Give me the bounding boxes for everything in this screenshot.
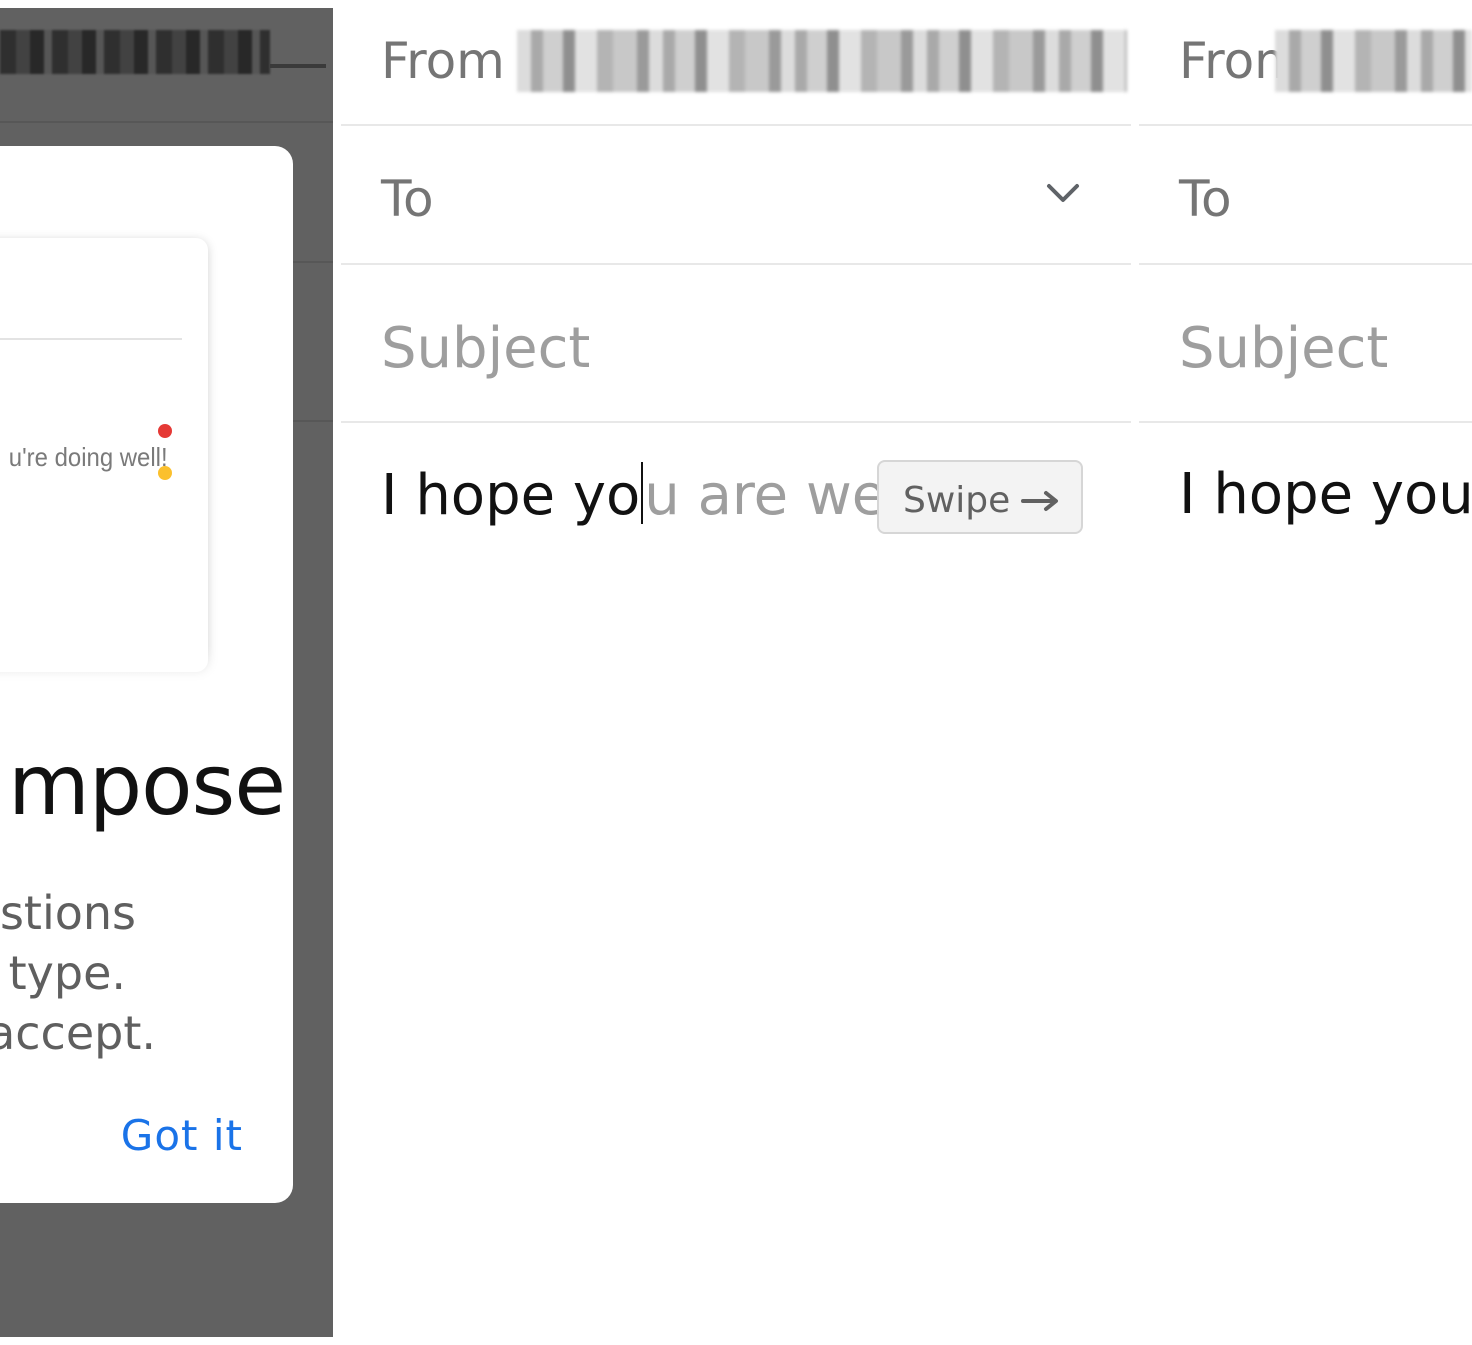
redacted-from-address (0, 30, 270, 74)
illustration-fade (0, 646, 220, 686)
description-line: estions (0, 886, 136, 940)
divider (290, 261, 333, 263)
swipe-to-accept-chip[interactable]: Swipe (877, 460, 1083, 534)
dialog-description: estions u type. accept. (0, 876, 260, 1076)
divider (290, 420, 333, 422)
smart-compose-dialog: u're doing well! mpose estions u type. a… (0, 146, 293, 1203)
swipe-label: Swipe (903, 480, 1011, 521)
dialog-illustration-card: u're doing well! (0, 238, 208, 672)
got-it-button[interactable]: Got it (121, 1111, 243, 1160)
compose-panel-suggestion: From To Subject I hope you are well Swip… (341, 0, 1131, 1345)
text-cursor (641, 462, 644, 524)
description-line: u type. (0, 946, 126, 1000)
to-field[interactable]: To (1179, 170, 1232, 228)
illustration-divider (0, 338, 182, 340)
body-input[interactable]: I hope you are well (381, 462, 917, 528)
redacted-from-address (1275, 30, 1472, 92)
body-text: I hope you a (1179, 462, 1472, 527)
from-underline (270, 64, 326, 68)
to-field[interactable]: To (381, 170, 434, 228)
divider (0, 121, 333, 123)
body-input[interactable]: I hope you a (1179, 462, 1472, 527)
from-label: From (381, 32, 505, 90)
compose-panel-accepted: From To Subject I hope you a (1139, 0, 1472, 1345)
redacted-from-address (517, 30, 1127, 92)
divider (1139, 421, 1472, 423)
red-dot-icon (158, 424, 172, 438)
subject-input[interactable]: Subject (381, 316, 590, 381)
typed-text: I hope yo (381, 463, 641, 528)
dimmed-background-panel: u're doing well! mpose estions u type. a… (0, 8, 333, 1337)
yellow-dot-icon (158, 466, 172, 480)
illustration-suggestion-text: u're doing well! (9, 442, 168, 472)
subject-input[interactable]: Subject (1179, 316, 1388, 381)
chevron-down-icon[interactable] (1043, 178, 1083, 208)
dialog-title: mpose (8, 736, 286, 834)
to-row[interactable] (341, 126, 1131, 265)
description-line: accept. (0, 1006, 156, 1060)
divider (341, 421, 1131, 423)
arrow-right-icon (1021, 491, 1058, 511)
